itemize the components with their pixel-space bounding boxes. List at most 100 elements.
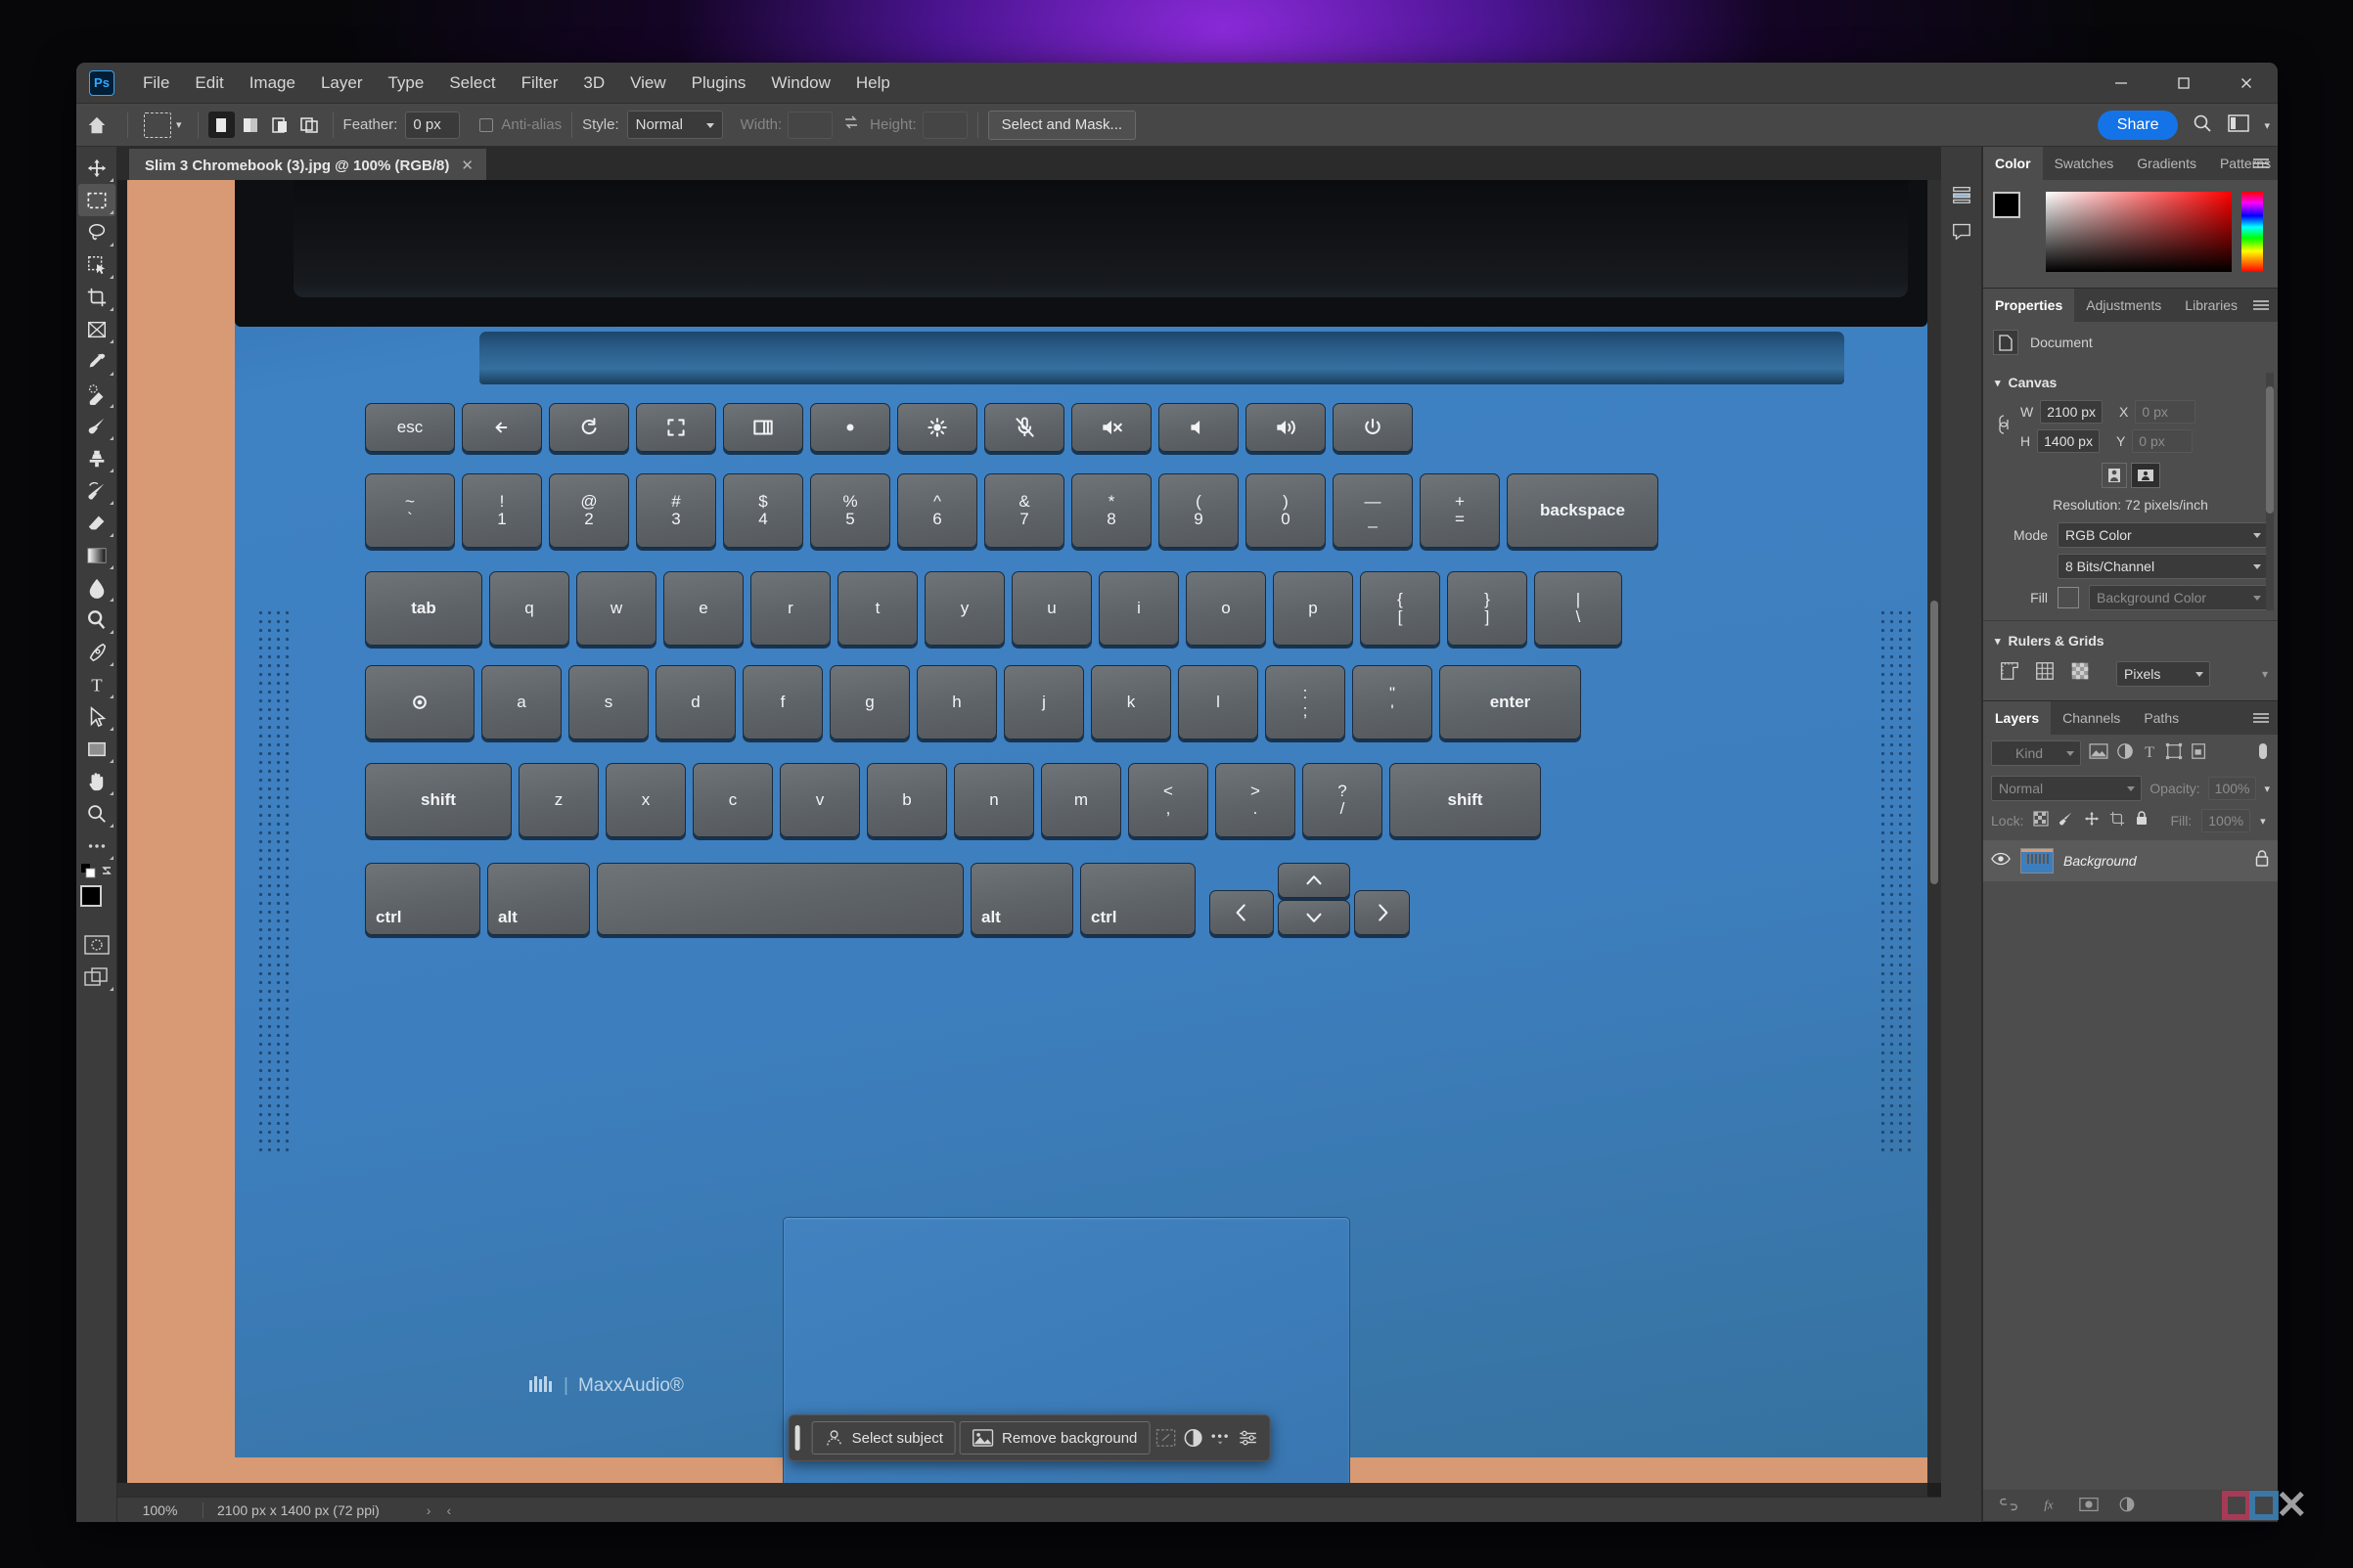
default-colors-and-swap[interactable] bbox=[79, 862, 114, 881]
select-subject-button[interactable]: Select subject bbox=[811, 1421, 956, 1455]
home-icon[interactable] bbox=[76, 114, 117, 136]
width-input[interactable] bbox=[788, 111, 834, 139]
foreground-color-swatch[interactable] bbox=[1993, 192, 2020, 218]
history-icon[interactable] bbox=[1951, 184, 1972, 210]
transparency-grid-icon[interactable] bbox=[2069, 660, 2091, 687]
layer-name[interactable]: Background bbox=[2063, 853, 2244, 869]
scrollbar-thumb[interactable] bbox=[2266, 386, 2274, 514]
edit-toolbar-button[interactable] bbox=[78, 829, 115, 862]
comments-icon[interactable] bbox=[1951, 220, 1972, 246]
lock-all-icon[interactable] bbox=[2135, 810, 2149, 831]
horizontal-type-tool[interactable]: T bbox=[78, 668, 115, 700]
landscape-orientation-icon[interactable] bbox=[2130, 463, 2160, 488]
type-filter-icon[interactable]: T bbox=[2142, 742, 2157, 765]
rectangular-marquee-tool[interactable] bbox=[77, 184, 115, 216]
lock-position-icon[interactable] bbox=[2084, 811, 2100, 831]
menu-3d[interactable]: 3D bbox=[570, 68, 617, 98]
adjustment-filter-icon[interactable] bbox=[2116, 742, 2134, 765]
add-to-selection-button[interactable] bbox=[237, 112, 264, 138]
canvas-vertical-scrollbar[interactable] bbox=[1927, 180, 1941, 1483]
feather-input[interactable]: 0 px bbox=[405, 111, 461, 139]
maximize-button[interactable] bbox=[2152, 63, 2215, 104]
fill-type-select[interactable]: Background Color bbox=[2089, 585, 2268, 610]
opacity-input[interactable]: 100% bbox=[2207, 777, 2257, 800]
chevron-left-icon[interactable]: ‹ bbox=[446, 1502, 451, 1518]
filter-toggle-icon[interactable] bbox=[2256, 741, 2270, 766]
canvas-viewport[interactable]: esc ~ `! 1 @2 #3 $4% 5 ^ 6 & 7 * 8(9) 0— _ + = backspace … bbox=[117, 180, 1941, 1497]
zoom-level[interactable]: 100% bbox=[117, 1501, 204, 1518]
bit-depth-select[interactable]: 8 Bits/Channel bbox=[2058, 554, 2268, 579]
clone-stamp-tool[interactable] bbox=[78, 442, 115, 474]
link-layers-icon[interactable] bbox=[1999, 1498, 2018, 1514]
zoom-tool[interactable] bbox=[78, 797, 115, 829]
menu-help[interactable]: Help bbox=[843, 68, 903, 98]
canvas-x-input[interactable]: 0 px bbox=[2135, 400, 2196, 424]
chevron-right-icon[interactable]: › bbox=[427, 1502, 431, 1518]
properties-scrollbar[interactable] bbox=[2266, 373, 2274, 610]
add-mask-icon[interactable] bbox=[2079, 1497, 2099, 1515]
screen-mode-icon[interactable] bbox=[78, 961, 115, 993]
scrollbar-thumb[interactable] bbox=[1930, 601, 1938, 884]
chevron-down-icon[interactable]: ▾ bbox=[2264, 783, 2270, 795]
grid-icon[interactable] bbox=[2034, 660, 2056, 687]
portrait-orientation-icon[interactable] bbox=[2101, 463, 2127, 488]
drag-handle[interactable] bbox=[794, 1425, 800, 1451]
blur-tool[interactable] bbox=[78, 571, 115, 604]
menu-window[interactable]: Window bbox=[758, 68, 842, 98]
share-button[interactable]: Share bbox=[2097, 111, 2179, 140]
workspace-icon[interactable] bbox=[2227, 113, 2250, 138]
taskbar-properties-icon[interactable] bbox=[1236, 1421, 1259, 1455]
anti-alias-checkbox[interactable] bbox=[479, 117, 494, 132]
chevron-down-icon[interactable]: ▾ bbox=[2262, 667, 2268, 681]
panel-menu-icon[interactable] bbox=[2252, 701, 2270, 735]
link-icon[interactable] bbox=[1997, 410, 2014, 444]
tab-paths[interactable]: Paths bbox=[2132, 701, 2192, 735]
color-field[interactable] bbox=[2046, 192, 2232, 272]
canvas-section-header[interactable]: ▾ Canvas bbox=[1993, 369, 2268, 396]
adjustment-icon[interactable] bbox=[1181, 1421, 1204, 1455]
tab-properties[interactable]: Properties bbox=[1983, 289, 2075, 322]
lock-transparency-icon[interactable] bbox=[2033, 810, 2050, 831]
lock-artboard-icon[interactable] bbox=[2109, 811, 2125, 831]
tab-libraries[interactable]: Libraries bbox=[2173, 289, 2249, 322]
move-tool[interactable] bbox=[78, 152, 115, 184]
hue-slider[interactable] bbox=[2241, 192, 2263, 272]
eraser-tool[interactable] bbox=[78, 507, 115, 539]
ruler-units-select[interactable]: Pixels bbox=[2116, 660, 2210, 687]
brush-tool[interactable] bbox=[78, 410, 115, 442]
intersect-with-selection-button[interactable] bbox=[295, 112, 323, 138]
foreground-background-color[interactable] bbox=[79, 885, 114, 918]
fill-color-swatch[interactable] bbox=[2058, 587, 2079, 608]
search-icon[interactable] bbox=[2192, 112, 2213, 139]
canvas-horizontal-scrollbar[interactable] bbox=[117, 1483, 1927, 1497]
canvas-height-input[interactable]: 1400 px bbox=[2037, 429, 2100, 453]
document-dimensions[interactable]: 2100 px x 1400 px (72 ppi) › bbox=[204, 1502, 444, 1518]
smartobject-filter-icon[interactable] bbox=[2191, 742, 2208, 765]
menu-plugins[interactable]: Plugins bbox=[679, 68, 759, 98]
rectangle-tool[interactable] bbox=[78, 733, 115, 765]
close-icon[interactable]: ✕ bbox=[461, 157, 474, 174]
ruler-icon[interactable] bbox=[1999, 660, 2020, 687]
quick-mask-icon[interactable] bbox=[78, 928, 115, 961]
crop-tool[interactable] bbox=[78, 281, 115, 313]
table-row[interactable]: Background bbox=[1983, 840, 2278, 881]
eye-icon[interactable] bbox=[1991, 852, 2011, 871]
lock-icon[interactable] bbox=[2254, 849, 2270, 873]
rulers-grids-header[interactable]: ▾ Rulers & Grids bbox=[1993, 627, 2268, 654]
layer-filter-kind-select[interactable]: Kind bbox=[1991, 740, 2081, 766]
panel-menu-icon[interactable] bbox=[2252, 147, 2270, 180]
tab-swatches[interactable]: Swatches bbox=[2042, 147, 2126, 180]
height-input[interactable] bbox=[922, 111, 968, 139]
pixel-filter-icon[interactable] bbox=[2089, 742, 2108, 764]
history-brush-tool[interactable] bbox=[78, 474, 115, 507]
canvas-y-input[interactable]: 0 px bbox=[2132, 429, 2194, 453]
menu-edit[interactable]: Edit bbox=[182, 68, 236, 98]
tab-channels[interactable]: Channels bbox=[2051, 701, 2133, 735]
gradient-tool[interactable] bbox=[78, 539, 115, 571]
fill-input[interactable]: 100% bbox=[2201, 809, 2251, 832]
menu-file[interactable]: File bbox=[130, 68, 182, 98]
close-button[interactable] bbox=[2215, 63, 2278, 104]
remove-background-button[interactable]: Remove background bbox=[959, 1421, 1151, 1455]
shape-filter-icon[interactable] bbox=[2165, 742, 2183, 765]
tab-color[interactable]: Color bbox=[1983, 147, 2043, 180]
